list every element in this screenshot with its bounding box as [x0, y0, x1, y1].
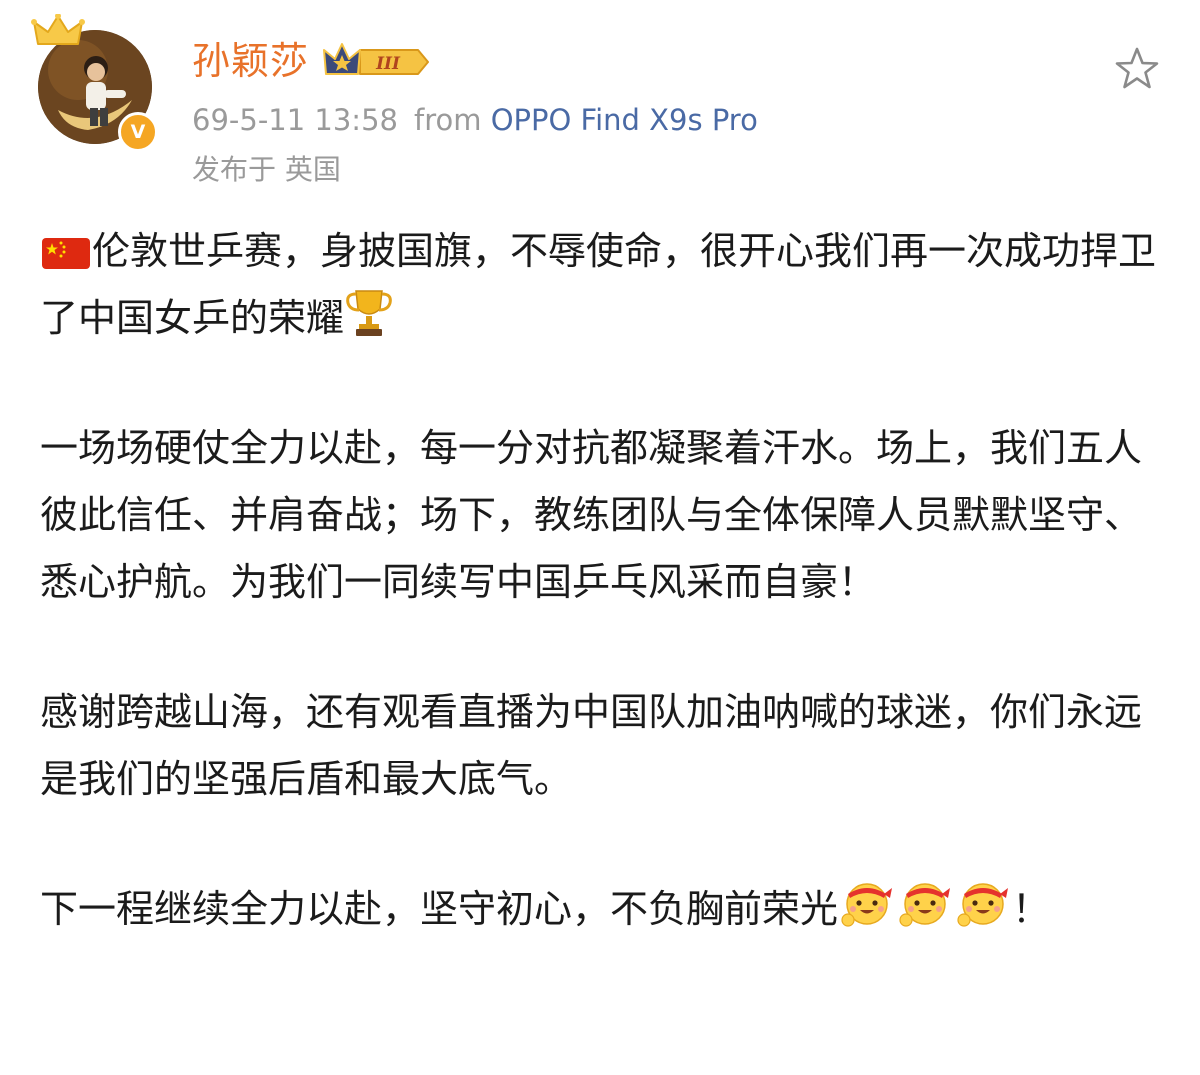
trophy-icon — [346, 290, 392, 336]
post-header: V 孙颖莎 III 69-5-11 13:58 from OPPO Find X9… — [0, 0, 1200, 200]
paragraph-4-text: 下一程继续全力以赴，坚守初心，不负胸前荣光 — [40, 887, 839, 931]
post-content: 伦敦世乒赛，身披国旗，不辱使命，很开心我们再一次成功捍卫了中国女乒的荣耀 一场场… — [40, 218, 1164, 943]
cheering-face-icon — [899, 883, 951, 927]
rank-label: III — [375, 54, 401, 74]
device-link[interactable]: OPPO Find X9s Pro — [491, 103, 758, 137]
cheering-face-icon — [841, 883, 893, 927]
post-paragraph-2: 一场场硬仗全力以赴，每一分对抗都凝聚着汗水。场上，我们五人彼此信任、并肩奋战；场… — [40, 426, 1143, 604]
rank-crown-badge[interactable]: III — [322, 40, 432, 84]
paragraph-4-end: ！ — [1012, 887, 1051, 931]
paragraph-1-text: 伦敦世乒赛，身披国旗，不辱使命，很开心我们再一次成功捍卫了中国女乒的荣耀 — [40, 229, 1157, 340]
post-paragraph-3: 感谢跨越山海，还有观看直播为中国队加油呐喊的球迷，你们永远是我们的坚强后盾和最大… — [40, 690, 1143, 801]
from-label: from — [413, 103, 482, 137]
username[interactable]: 孙颖莎 — [192, 36, 309, 86]
post-paragraph-1: 伦敦世乒赛，身披国旗，不辱使命，很开心我们再一次成功捍卫了中国女乒的荣耀 — [40, 218, 1164, 352]
favorite-star-icon[interactable] — [1112, 44, 1162, 94]
post-location: 发布于 英国 — [192, 153, 341, 186]
avatar-container[interactable]: V — [31, 14, 158, 152]
crown-icon — [31, 14, 85, 45]
china-flag-icon — [42, 238, 90, 269]
post-time: 69-5-11 13:58 — [192, 103, 398, 137]
cheering-face-icon — [957, 883, 1009, 927]
post-paragraph-4: 下一程继续全力以赴，坚守初心，不负胸前荣光 ！ — [40, 876, 1164, 943]
post-meta: 69-5-11 13:58 from OPPO Find X9s Pro — [192, 100, 758, 140]
verified-badge: V — [118, 112, 158, 152]
